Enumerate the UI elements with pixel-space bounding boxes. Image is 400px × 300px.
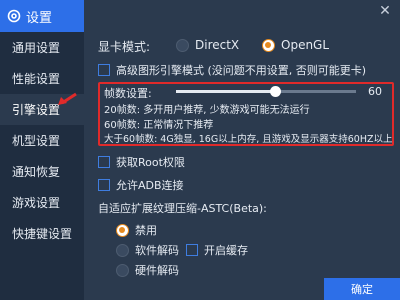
fps-slider-thumb[interactable]: [270, 86, 281, 97]
fps-label: 帧数设置:: [104, 87, 152, 100]
root-checkbox[interactable]: [98, 156, 110, 168]
radio-directx[interactable]: DirectX: [176, 38, 239, 52]
sidebar-item-shortcuts[interactable]: 快捷键设置: [0, 218, 84, 249]
fps-desc-60: 60帧数: 正常情况下推荐: [104, 120, 214, 131]
astc-software-option[interactable]: 软件解码: [116, 242, 179, 258]
astc-cache-checkbox[interactable]: [186, 244, 198, 256]
adb-label: 允许ADB连接: [116, 179, 184, 192]
fps-slider-fill: [176, 90, 275, 93]
sidebar: 设置 通用设置 性能设置 引擎设置 机型设置 通知恢复 游戏设置 快捷键设置: [0, 0, 84, 300]
close-icon[interactable]: ✕: [378, 4, 392, 18]
sidebar-item-notify[interactable]: 通知恢复: [0, 156, 84, 187]
astc-row: 自适应扩展纹理压缩-ASTC(Beta):: [98, 200, 267, 216]
astc-disable-radio[interactable]: [116, 223, 129, 237]
hd-engine-label: 高级图形引擎模式 (没问题不用设置, 否则可能更卡): [116, 64, 367, 77]
confirm-button[interactable]: 确定: [324, 278, 400, 300]
radio-directx-indicator[interactable]: [176, 38, 189, 52]
adb-checkbox[interactable]: [98, 179, 110, 191]
fps-value-row: 60: [368, 85, 382, 98]
root-row[interactable]: 获取Root权限: [98, 154, 185, 170]
astc-software-radio[interactable]: [116, 243, 129, 257]
settings-title: 设置: [26, 10, 53, 26]
fps-desc-high: 大于60帧数: 4G独显, 16G以上内存, 且游戏及显示器支持60HZ以上: [104, 134, 393, 145]
fps-label-row: 帧数设置:: [104, 85, 152, 101]
astc-hardware-radio[interactable]: [116, 263, 129, 277]
sidebar-item-game[interactable]: 游戏设置: [0, 187, 84, 218]
astc-disable-option[interactable]: 禁用: [116, 222, 157, 238]
hd-engine-row[interactable]: 高级图形引擎模式 (没问题不用设置, 否则可能更卡): [98, 62, 366, 78]
gear-icon: [7, 9, 21, 23]
root-label: 获取Root权限: [116, 156, 185, 169]
red-arrow-annotation: [58, 92, 77, 105]
fps-value: 60: [368, 85, 382, 98]
radio-opengl-indicator[interactable]: [262, 38, 275, 52]
sidebar-item-device[interactable]: 机型设置: [0, 125, 84, 156]
fps-desc-20: 20帧数: 多开用户推荐, 少数游戏可能无法运行: [104, 105, 310, 116]
sidebar-item-general[interactable]: 通用设置: [0, 32, 84, 63]
engine-settings-panel: ✕ 显卡模式: DirectX OpenGL 高级图形引擎模式 (没问题不用设置…: [84, 0, 400, 300]
astc-label: 自适应扩展纹理压缩-ASTC(Beta):: [98, 202, 267, 215]
sidebar-item-performance[interactable]: 性能设置: [0, 63, 84, 94]
astc-cache-option[interactable]: 开启缓存: [186, 242, 248, 258]
fps-slider[interactable]: [176, 86, 356, 97]
graphics-mode-label: 显卡模式:: [98, 40, 151, 54]
graphics-mode-row: 显卡模式:: [98, 38, 150, 55]
hd-engine-checkbox[interactable]: [98, 64, 110, 76]
adb-row[interactable]: 允许ADB连接: [98, 177, 184, 193]
settings-header: 设置: [0, 0, 84, 32]
astc-hardware-option[interactable]: 硬件解码: [116, 262, 179, 278]
radio-opengl[interactable]: OpenGL: [262, 38, 329, 52]
